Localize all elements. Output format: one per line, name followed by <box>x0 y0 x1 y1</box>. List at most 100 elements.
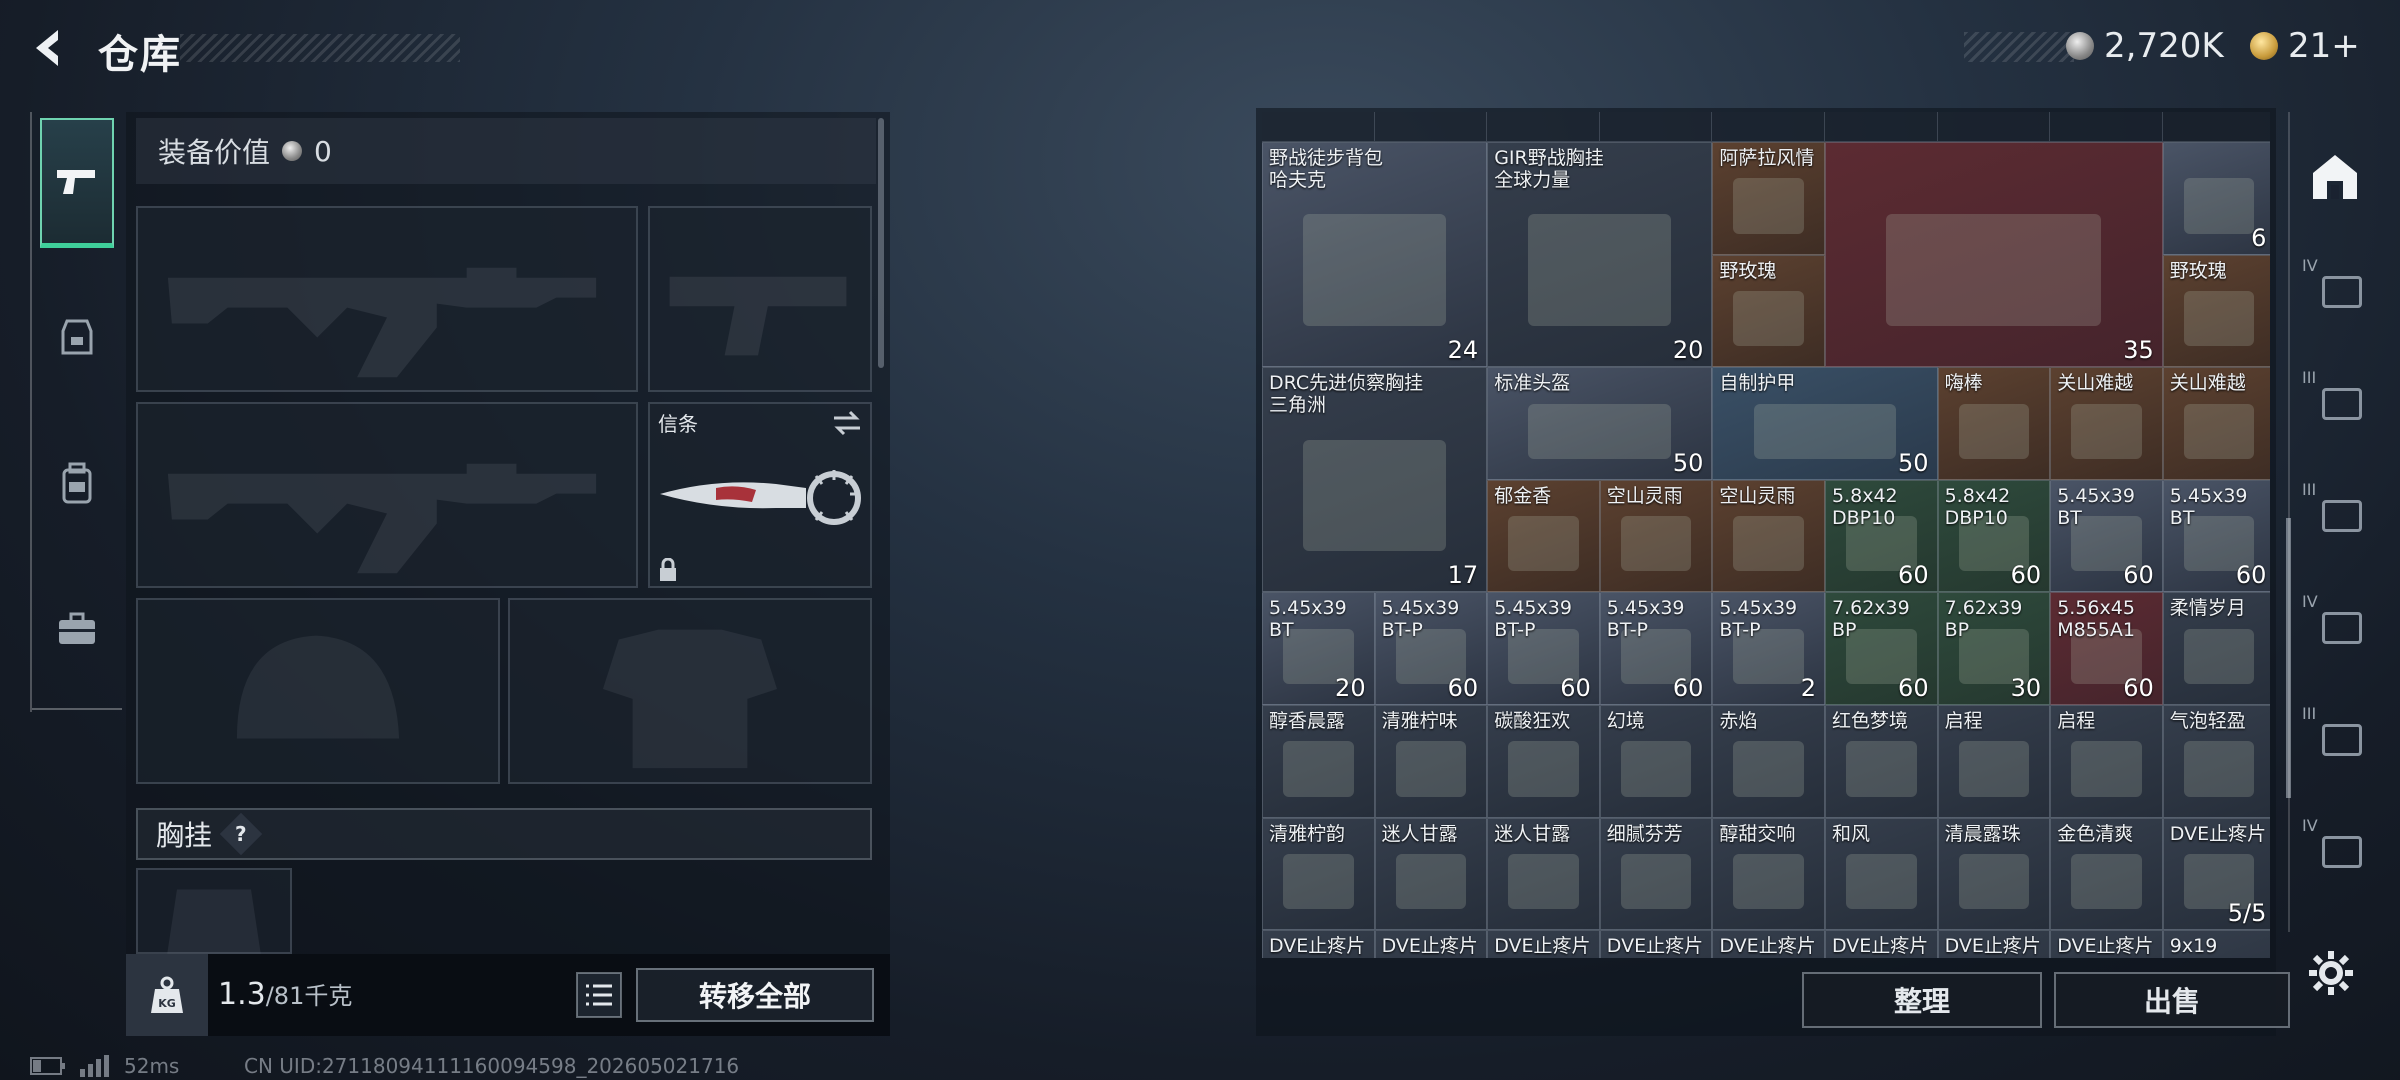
storage-item[interactable]: 空山灵雨 <box>1599 479 1713 593</box>
storage-item[interactable]: 清雅柠味 <box>1374 705 1488 818</box>
storage-item[interactable]: 5.56x45 M855A1 60 <box>2050 592 2163 705</box>
pistol-slot[interactable] <box>648 206 872 392</box>
storage-item[interactable]: 9x19 <box>2162 930 2270 958</box>
storage-item[interactable]: 醇香晨露 <box>1262 705 1375 818</box>
storage-item[interactable]: 郁金香 <box>1487 479 1600 593</box>
storage-item[interactable]: 5.45x39 BT-P 60 <box>1487 592 1600 705</box>
grid-cell[interactable] <box>1825 112 1938 142</box>
storage-item[interactable]: 迷人甘露 <box>1374 817 1488 931</box>
storage-item[interactable]: 标准头盔 50 <box>1487 367 1713 480</box>
knife-slot[interactable]: 信条 <box>648 402 872 588</box>
grid-cell[interactable] <box>1599 112 1713 142</box>
briefcase-icon <box>59 612 95 644</box>
help-icon-glyph: ? <box>235 821 247 846</box>
storage-item[interactable]: 细腻芬芳 <box>1599 817 1713 931</box>
storage-item[interactable]: 清雅柠韵 <box>1262 817 1375 931</box>
helmet-slot[interactable] <box>136 598 500 784</box>
nav-helmet[interactable] <box>40 272 114 402</box>
chest-rig-slot[interactable] <box>136 868 292 954</box>
container-tab[interactable]: IV <box>2300 252 2370 322</box>
storage-item[interactable]: 7.62x39 BP 60 <box>1825 592 1938 705</box>
container-tab[interactable]: III <box>2300 476 2370 546</box>
storage-item[interactable]: DVE止疼片 <box>1712 930 1825 958</box>
settings-gear-icon[interactable] <box>2306 948 2356 998</box>
grid-cell[interactable] <box>1487 112 1600 142</box>
item-name: DVE止疼片 <box>1719 935 1816 958</box>
storage-item[interactable]: DVE止疼片 <box>1937 930 2051 958</box>
help-icon[interactable]: ? <box>219 812 263 856</box>
storage-item[interactable]: 5.45x39 BT 20 <box>1262 592 1375 705</box>
container-tab[interactable]: IV <box>2300 812 2370 882</box>
secondary-weapon-slot[interactable] <box>136 402 638 588</box>
storage-item[interactable]: GIR野战胸挂 全球力量 20 <box>1487 142 1713 368</box>
storage-item[interactable]: DVE止疼片 <box>1599 930 1713 958</box>
weight-max: /81千克 <box>265 982 353 1010</box>
list-view-icon[interactable] <box>576 972 622 1018</box>
storage-item[interactable]: 野玫瑰 <box>2162 254 2270 368</box>
storage-item[interactable]: DVE止疼片 <box>1825 930 1938 958</box>
storage-item[interactable]: 35 <box>1825 142 2163 368</box>
gold-currency[interactable]: 21+ <box>2250 26 2360 66</box>
storage-item[interactable]: 和风 <box>1825 817 1938 931</box>
storage-item[interactable]: 5.8x42 DBP10 60 <box>1825 479 1938 593</box>
storage-item[interactable]: DRC先进侦察胸挂 三角洲 17 <box>1262 367 1488 593</box>
nav-backpack[interactable] <box>40 418 114 548</box>
sort-button[interactable]: 整理 <box>1802 972 2042 1028</box>
storage-item[interactable]: 启程 <box>1937 705 2051 818</box>
grid-cell[interactable] <box>1262 112 1375 142</box>
nav-storage-home[interactable] <box>2300 142 2370 212</box>
panel-scrollbar[interactable] <box>878 118 884 368</box>
storage-item[interactable]: 赤焰 <box>1712 705 1825 818</box>
storage-item[interactable]: 清晨露珠 <box>1937 817 2051 931</box>
storage-item[interactable]: 金色清爽 <box>2050 817 2163 931</box>
swap-icon[interactable] <box>832 410 862 436</box>
storage-item[interactable]: 阿萨拉风情 <box>1712 142 1825 255</box>
storage-item[interactable]: 5.45x39 BT 60 <box>2050 479 2163 593</box>
storage-item[interactable]: DVE止疼片 <box>2050 930 2163 958</box>
storage-item[interactable]: 嗨棒 <box>1937 367 2051 480</box>
container-tab[interactable]: IV <box>2300 588 2370 658</box>
storage-item[interactable]: 自制护甲 50 <box>1712 367 1938 480</box>
storage-item[interactable]: 关山难越 <box>2162 367 2270 480</box>
grid-cell[interactable] <box>2050 112 2163 142</box>
storage-item[interactable]: 野战徒步背包 哈夫克 24 <box>1262 142 1488 368</box>
storage-item[interactable]: DVE止疼片 5/5 <box>2162 817 2270 931</box>
storage-item[interactable]: 迷人甘露 <box>1487 817 1600 931</box>
container-tab[interactable]: III <box>2300 700 2370 770</box>
storage-item[interactable]: 空山灵雨 <box>1712 479 1825 593</box>
storage-item[interactable]: 7.62x39 BP 30 <box>1937 592 2051 705</box>
item-name: 阿萨拉风情 <box>1719 147 1815 169</box>
primary-weapon-slot[interactable] <box>136 206 638 392</box>
armor-slot[interactable] <box>508 598 872 784</box>
storage-item[interactable]: 6 <box>2162 142 2270 255</box>
item-count: 60 <box>2123 561 2154 590</box>
storage-item[interactable]: 5.45x39 BT-P 60 <box>1599 592 1713 705</box>
grid-cell[interactable] <box>2162 112 2270 142</box>
storage-item[interactable]: 幻境 <box>1599 705 1713 818</box>
nav-case[interactable] <box>40 564 114 694</box>
grid-cell[interactable] <box>1712 112 1825 142</box>
container-tab[interactable]: III <box>2300 364 2370 434</box>
storage-item[interactable]: 红色梦境 <box>1825 705 1938 818</box>
storage-item[interactable]: 5.45x39 BT 60 <box>2162 479 2270 593</box>
back-arrow-icon[interactable] <box>26 24 74 72</box>
sell-button[interactable]: 出售 <box>2054 972 2290 1028</box>
nav-weapons[interactable] <box>40 118 114 248</box>
storage-item[interactable]: 5.8x42 DBP10 60 <box>1937 479 2051 593</box>
storage-item[interactable]: 气泡轻盈 <box>2162 705 2270 818</box>
storage-item[interactable]: 柔情岁月 <box>2162 592 2270 705</box>
silver-currency[interactable]: 2,720K <box>2066 26 2224 66</box>
grid-cell[interactable] <box>1937 112 2051 142</box>
transfer-all-button[interactable]: 转移全部 <box>636 968 874 1022</box>
storage-item[interactable]: DVE止疼片 <box>1262 930 1375 958</box>
storage-item[interactable]: 5.45x39 BT-P 2 <box>1712 592 1825 705</box>
storage-item[interactable]: 关山难越 <box>2050 367 2163 480</box>
storage-item[interactable]: 醇甜交响 <box>1712 817 1825 931</box>
grid-cell[interactable] <box>1374 112 1488 142</box>
storage-item[interactable]: 野玫瑰 <box>1712 254 1825 368</box>
storage-item[interactable]: 启程 <box>2050 705 2163 818</box>
storage-item[interactable]: 5.45x39 BT-P 60 <box>1374 592 1488 705</box>
storage-item[interactable]: DVE止疼片 <box>1487 930 1600 958</box>
storage-item[interactable]: DVE止疼片 <box>1374 930 1488 958</box>
storage-item[interactable]: 碳酸狂欢 <box>1487 705 1600 818</box>
